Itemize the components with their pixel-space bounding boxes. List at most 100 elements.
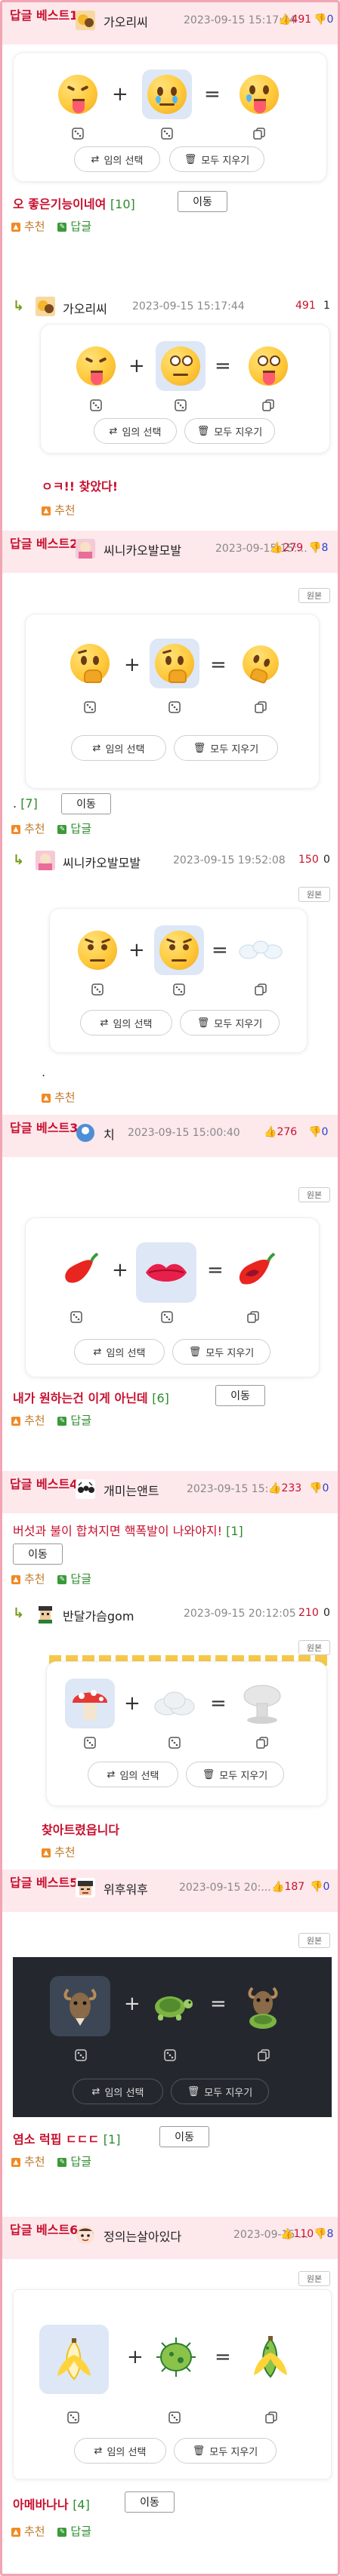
reply-button[interactable]: ✎ 답글 <box>57 220 91 233</box>
dice-icon[interactable] <box>88 397 104 414</box>
author-nick[interactable]: 위후워후 <box>104 1879 148 1897</box>
dice-icon[interactable] <box>70 125 86 142</box>
avatar[interactable] <box>76 539 95 559</box>
dice-icon[interactable] <box>162 2047 178 2064</box>
recommend-button[interactable]: ▲ 추천 <box>42 503 76 517</box>
dislike-count[interactable]: 👎8 <box>308 542 328 554</box>
original-button[interactable]: 원본 <box>298 2271 330 2286</box>
copy-icon[interactable] <box>245 1309 261 1325</box>
move-button[interactable]: 이동 <box>61 793 111 814</box>
random-select-button[interactable]: ⇄ 임의 선택 <box>71 735 166 761</box>
emoji-slot-1[interactable] <box>39 2325 109 2394</box>
dice-icon[interactable] <box>159 1309 175 1325</box>
recommend-button[interactable]: ▲ 추천 <box>42 1091 76 1104</box>
avatar[interactable] <box>36 851 55 870</box>
dislike-count[interactable]: 👎0 <box>314 14 333 26</box>
emoji-slot-2[interactable] <box>151 2332 201 2382</box>
dice-icon[interactable] <box>68 1309 85 1325</box>
dice-icon[interactable] <box>82 1734 98 1751</box>
random-select-button[interactable]: ⇄ 임의 선택 <box>94 418 177 444</box>
like-count[interactable]: 👍110 <box>280 2228 314 2240</box>
emoji-slot-1[interactable] <box>71 341 121 391</box>
original-button[interactable]: 원본 <box>298 1933 330 1948</box>
recommend-button[interactable]: ▲ 추천 <box>11 1572 45 1586</box>
recommend-button[interactable]: ▲ 추천 <box>11 2525 45 2538</box>
move-button[interactable]: 이동 <box>215 1385 265 1406</box>
clear-all-button[interactable]: 🗑 모두 지우기 <box>169 146 264 172</box>
author-nick[interactable]: 개미는앤트 <box>104 1481 159 1499</box>
author-nick[interactable]: 가오리씨 <box>104 12 148 30</box>
clear-all-button[interactable]: 🗑 모두 지우기 <box>174 2438 277 2464</box>
avatar[interactable] <box>36 1604 55 1623</box>
dislike-count[interactable]: 👎0 <box>308 1126 328 1138</box>
clear-all-button[interactable]: 🗑 모두 지우기 <box>180 1010 280 1036</box>
dice-icon[interactable] <box>166 1734 183 1751</box>
author-nick[interactable]: 정의는살아있다 <box>104 2227 181 2245</box>
emoji-slot-2[interactable] <box>142 69 192 119</box>
dice-icon[interactable] <box>166 699 183 716</box>
author-nick[interactable]: 가오리씨 <box>63 299 107 317</box>
like-count[interactable]: 150 <box>298 854 319 866</box>
emoji-slot-1[interactable] <box>54 1245 104 1295</box>
dislike-count[interactable]: 👎0 <box>309 1482 329 1494</box>
dice-icon[interactable] <box>159 125 175 142</box>
avatar[interactable] <box>76 11 95 30</box>
emoji-slot-1[interactable] <box>53 69 103 119</box>
author-nick[interactable]: 반달가슴gom <box>63 1606 134 1624</box>
original-button[interactable]: 원본 <box>298 588 330 603</box>
recommend-button[interactable]: ▲ 추천 <box>11 2155 45 2168</box>
emoji-slot-2[interactable] <box>150 1679 199 1728</box>
like-count[interactable]: 👍491 <box>278 14 311 26</box>
avatar[interactable] <box>76 1878 95 1897</box>
clear-all-button[interactable]: 🗑 모두 지우기 <box>171 2079 269 2104</box>
recommend-button[interactable]: ▲ 추천 <box>11 822 45 836</box>
random-select-button[interactable]: ⇄ 임의 선택 <box>74 2438 166 2464</box>
copy-icon[interactable] <box>260 397 277 414</box>
reply-button[interactable]: ✎ 답글 <box>57 2155 91 2168</box>
random-select-button[interactable]: ⇄ 임의 선택 <box>80 1010 172 1036</box>
copy-icon[interactable] <box>252 699 269 716</box>
author-nick[interactable]: 씨니카오발모발 <box>104 540 181 559</box>
dice-icon[interactable] <box>172 397 189 414</box>
recommend-button[interactable]: ▲ 추천 <box>42 1845 76 1859</box>
move-button[interactable]: 이동 <box>125 2491 175 2513</box>
random-select-button[interactable]: ⇄ 임의 선택 <box>74 1339 165 1365</box>
dice-icon[interactable] <box>65 2409 82 2426</box>
emoji-slot-2[interactable] <box>154 925 204 975</box>
like-count[interactable]: 210 <box>298 1607 319 1619</box>
emoji-slot-2[interactable] <box>136 1242 196 1303</box>
move-button[interactable]: 이동 <box>13 1543 63 1565</box>
recommend-button[interactable]: ▲ 추천 <box>11 1414 45 1427</box>
copy-icon[interactable] <box>251 125 267 142</box>
recommend-button[interactable]: ▲ 추천 <box>11 220 45 233</box>
emoji-slot-1[interactable] <box>65 639 115 688</box>
like-count[interactable]: 491 <box>295 300 316 312</box>
reply-button[interactable]: ✎ 답글 <box>57 822 91 836</box>
copy-icon[interactable] <box>252 981 269 998</box>
author-nick[interactable]: 치 <box>104 1125 115 1143</box>
original-button[interactable]: 원본 <box>298 1187 330 1202</box>
avatar[interactable] <box>36 297 55 316</box>
avatar[interactable] <box>76 1479 95 1499</box>
dislike-count[interactable]: 👎8 <box>314 2228 333 2240</box>
dislike-count[interactable]: 👎0 <box>310 1881 329 1893</box>
random-select-button[interactable]: ⇄ 임의 선택 <box>73 2079 163 2104</box>
dice-icon[interactable] <box>166 2409 183 2426</box>
emoji-slot-1[interactable] <box>50 1976 110 2036</box>
move-button[interactable]: 이동 <box>178 191 227 212</box>
emoji-slot-2[interactable] <box>147 1980 196 2030</box>
author-nick[interactable]: 씨니카오발모발 <box>63 853 141 871</box>
reply-button[interactable]: ✎ 답글 <box>57 1414 91 1427</box>
clear-all-button[interactable]: 🗑 모두 지우기 <box>174 735 278 761</box>
random-select-button[interactable]: ⇄ 임의 선택 <box>88 1762 178 1787</box>
clear-all-button[interactable]: 🗑 모두 지우기 <box>172 1339 270 1365</box>
original-button[interactable]: 원본 <box>298 887 330 902</box>
like-count[interactable]: 👍187 <box>271 1881 304 1893</box>
clear-all-button[interactable]: 🗑 모두 지우기 <box>186 1762 284 1787</box>
reply-button[interactable]: ✎ 답글 <box>57 1572 91 1586</box>
like-count[interactable]: 👍233 <box>268 1482 301 1494</box>
avatar[interactable] <box>76 2225 95 2245</box>
dice-icon[interactable] <box>73 2047 89 2064</box>
copy-icon[interactable] <box>263 2409 280 2426</box>
random-select-button[interactable]: ⇄ 임의 선택 <box>74 146 160 172</box>
